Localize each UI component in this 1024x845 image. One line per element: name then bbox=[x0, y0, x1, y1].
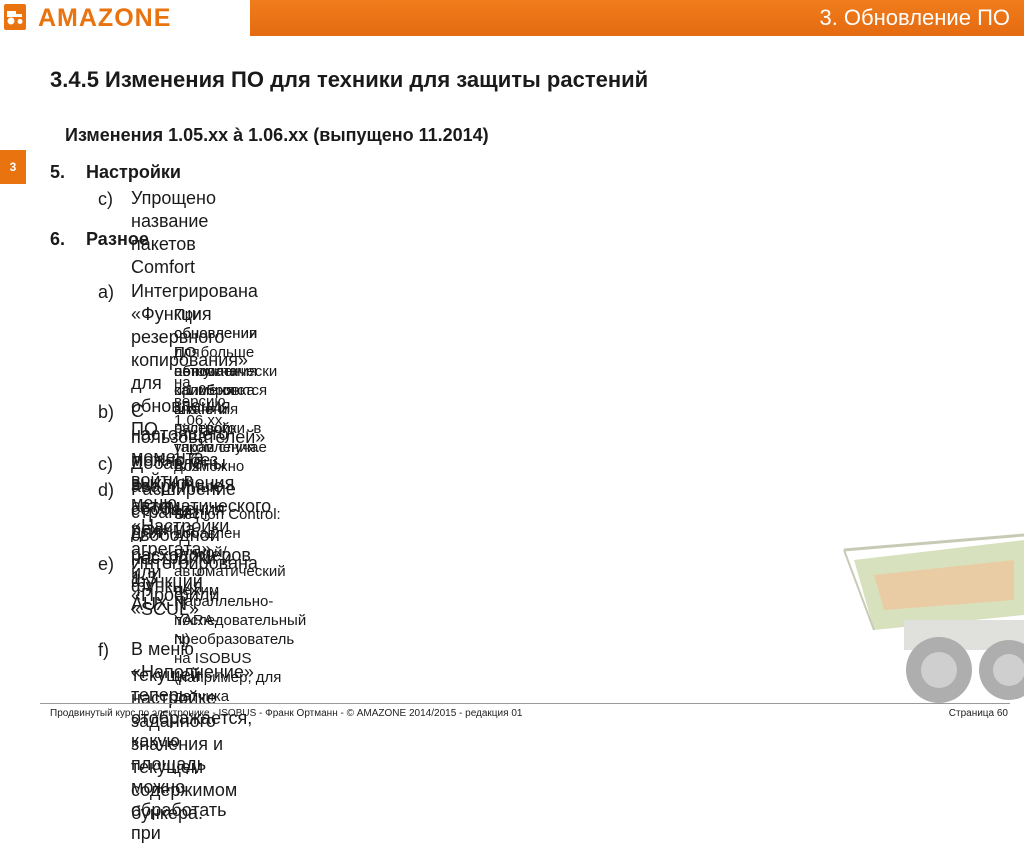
header-bar: AMAZONE 3. Обновление ПО bbox=[0, 0, 1024, 36]
item-marker: e) bbox=[98, 554, 115, 574]
section-title: Настройки bbox=[86, 162, 181, 182]
section-number: 6. bbox=[50, 229, 66, 249]
chapter-tab: 3 bbox=[0, 150, 26, 184]
tractor-icon bbox=[4, 4, 26, 30]
item-marker: c) bbox=[98, 454, 113, 474]
sub-marker: - bbox=[145, 306, 150, 322]
footer-text: Продвинутый курс по электронике - ISOBUS… bbox=[50, 708, 523, 719]
item-marker: b) bbox=[98, 402, 115, 422]
item-marker: d) bbox=[98, 480, 115, 500]
brand-logo: AMAZONE bbox=[0, 0, 250, 36]
page-title: 3.4.5 Изменения ПО для техники для защит… bbox=[50, 67, 649, 92]
footer-divider bbox=[40, 703, 1010, 704]
section-title: Разное bbox=[86, 229, 149, 249]
item-marker: c) bbox=[98, 189, 113, 209]
brand-name: AMAZONE bbox=[38, 4, 172, 32]
section-title: 3. Обновление ПО bbox=[819, 5, 1010, 30]
page-subtitle: Изменения 1.05.xx à 1.06.xx (выпущено 11… bbox=[65, 125, 489, 145]
sprayer-machine-image bbox=[814, 520, 1024, 705]
item-marker: f) bbox=[98, 640, 109, 660]
section-number: 5. bbox=[50, 162, 66, 182]
item-marker: a) bbox=[98, 282, 115, 302]
list-item: текущей настройке заданного значения и т… bbox=[131, 665, 238, 823]
sub-marker: - bbox=[145, 594, 150, 610]
sub-marker: - bbox=[145, 506, 150, 522]
page-number: Страница 60 bbox=[948, 708, 1008, 719]
